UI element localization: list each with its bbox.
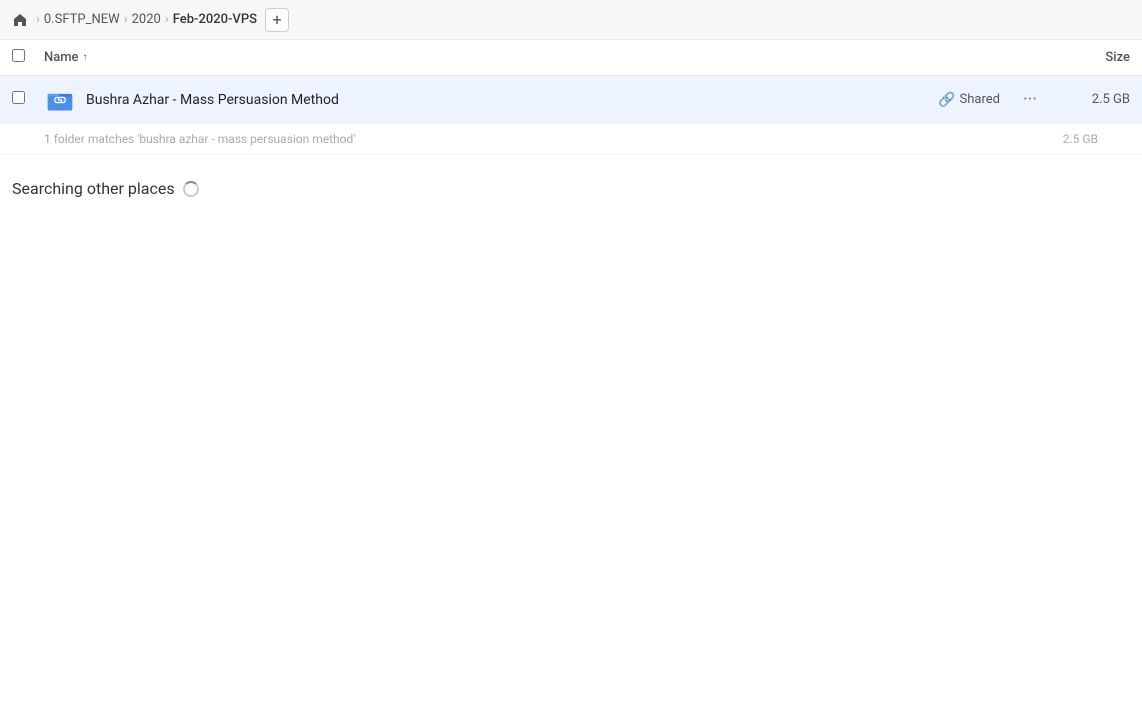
name-column-header[interactable]: Name ↑ [44,50,1050,65]
match-count-size: 2.5 GB [1063,132,1098,146]
more-options-button[interactable]: ··· [1016,86,1044,114]
breadcrumb-sep-0: › [36,12,40,27]
searching-other-places-section: Searching other places [0,155,1142,222]
add-button[interactable]: + [265,8,289,32]
file-list-item[interactable]: Bushra Azhar - Mass Persuasion Method 🔗 … [0,76,1142,124]
sort-arrow-icon: ↑ [83,52,88,63]
link-icon: 🔗 [938,92,955,108]
loading-spinner [183,181,199,197]
select-all-checkbox[interactable] [12,49,36,66]
size-column-header[interactable]: Size [1050,50,1130,65]
searching-label: Searching other places [12,179,175,198]
match-count-text: 1 folder matches 'bushra azhar - mass pe… [44,132,355,146]
breadcrumb-item-1[interactable]: 2020 [132,12,161,27]
file-name-label: Bushra Azhar - Mass Persuasion Method [86,92,938,108]
shared-badge: 🔗 Shared [938,92,1000,108]
breadcrumb-sep-1: › [124,12,128,27]
match-count-row: 1 folder matches 'bushra azhar - mass pe… [0,124,1142,155]
folder-icon [44,84,76,116]
breadcrumb-item-0[interactable]: 0.SFTP_NEW [44,12,120,27]
home-button[interactable] [12,12,28,28]
breadcrumb-item-2[interactable]: Feb-2020-VPS [173,12,257,27]
breadcrumb-sep-2: › [165,12,169,27]
column-header-row: Name ↑ Size [0,40,1142,76]
file-checkbox[interactable] [12,91,36,108]
file-size-label: 2.5 GB [1060,92,1130,107]
toolbar: › 0.SFTP_NEW › 2020 › Feb-2020-VPS + [0,0,1142,40]
